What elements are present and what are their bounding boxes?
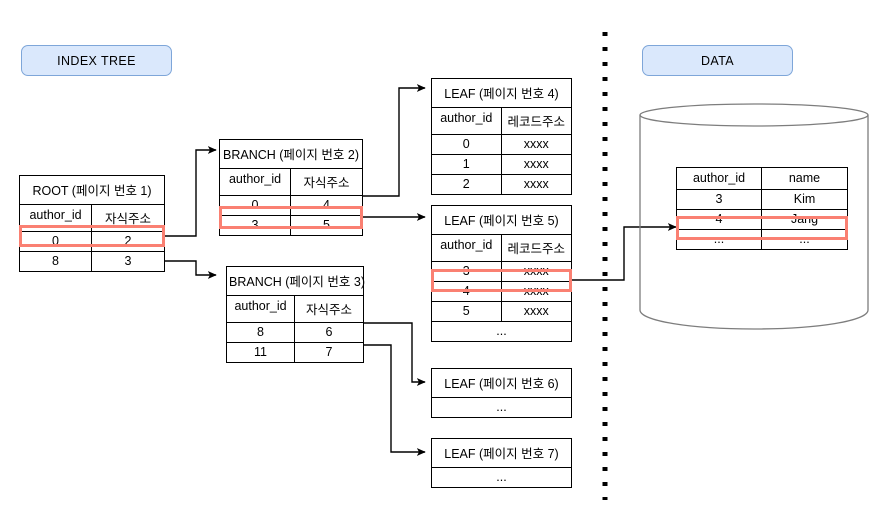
wire-leaf5-to-data: [572, 223, 677, 281]
node-branch3-header-row: author_id 자식주소: [227, 296, 363, 323]
node-leaf4-r1-addr: xxxx: [523, 157, 549, 171]
node-leaf4-header-row: author_id 레코드주소: [432, 108, 571, 135]
node-branch2-title: BRANCH (페이지 번호 2): [220, 140, 362, 169]
data-table-r2-name: ...: [799, 232, 810, 246]
data-table-r1-name: Jang: [790, 212, 819, 226]
data-table-col-author-id: author_id: [677, 168, 762, 189]
node-leaf5[interactable]: LEAF (페이지 번호 5) author_id 레코드주소 3 xxxx 4…: [431, 205, 572, 342]
node-leaf4-r0-author-id: 0: [432, 135, 502, 154]
table-row[interactable]: 3 Kim: [677, 190, 847, 210]
node-branch3-r0-child: 6: [325, 325, 333, 339]
node-branch2-header-row: author_id 자식주소: [220, 169, 362, 196]
wire-branch2-to-leaf4: [363, 84, 426, 197]
node-leaf5-col-addr: 레코드주소: [507, 242, 565, 256]
table-row[interactable]: 0 4: [220, 196, 362, 216]
data-label: DATA: [700, 53, 735, 68]
node-leaf6-title: LEAF (페이지 번호 6): [432, 369, 571, 398]
data-table-r1-author-id: 4: [677, 210, 762, 229]
wire-root-to-branch2: [165, 146, 217, 237]
diagram-canvas: INDEX TREE DATA ROOT (페이지 번호 1) author_i…: [0, 0, 892, 525]
wire-root-to-branch3: [165, 260, 217, 279]
node-branch3-col-child: 자식주소: [305, 303, 352, 317]
node-branch2-col-author-id: author_id: [220, 169, 291, 195]
node-leaf4-r2-addr: xxxx: [523, 177, 549, 191]
table-row[interactable]: 2 xxxx: [432, 175, 571, 194]
node-branch2[interactable]: BRANCH (페이지 번호 2) author_id 자식주소 0 4 3 5: [219, 139, 363, 236]
node-leaf5-r0-author-id: 3: [432, 262, 502, 281]
table-row[interactable]: ... ...: [677, 230, 847, 249]
table-row[interactable]: 0 xxxx: [432, 135, 571, 155]
node-leaf6[interactable]: LEAF (페이지 번호 6) ...: [431, 368, 572, 418]
node-branch3-r1-author-id: 11: [227, 343, 295, 362]
node-leaf4-r2-author-id: 2: [432, 175, 502, 194]
table-row[interactable]: 8 3: [20, 252, 164, 271]
node-leaf5-header-row: author_id 레코드주소: [432, 235, 571, 262]
node-root-col-child: 자식주소: [104, 212, 151, 226]
table-row[interactable]: 5 xxxx: [432, 302, 571, 322]
node-leaf5-title: LEAF (페이지 번호 5): [432, 206, 571, 235]
table-row[interactable]: 4 xxxx: [432, 282, 571, 302]
table-row[interactable]: 8 6: [227, 323, 363, 343]
node-branch2-col-child: 자식주소: [303, 176, 350, 190]
node-branch3-r0-author-id: 8: [227, 323, 295, 342]
node-leaf5-ellipsis-row: ...: [432, 322, 571, 341]
node-leaf6-ellipsis: ...: [496, 400, 507, 414]
node-root-r0-child: 2: [124, 234, 132, 248]
node-leaf7-title: LEAF (페이지 번호 7): [432, 439, 571, 468]
data-table[interactable]: author_id name 3 Kim 4 Jang ... ...: [676, 167, 848, 250]
node-leaf4-r1-author-id: 1: [432, 155, 502, 174]
index-tree-badge: INDEX TREE: [21, 45, 172, 76]
data-table-header-row: author_id name: [677, 168, 847, 190]
node-branch2-r0-child: 4: [323, 198, 330, 212]
node-branch3-r1-child: 7: [325, 345, 333, 359]
table-row[interactable]: 0 2: [20, 232, 164, 252]
node-leaf4-col-addr: 레코드주소: [507, 115, 565, 129]
table-row[interactable]: 1 xxxx: [432, 155, 571, 175]
node-leaf7-ellipsis: ...: [496, 470, 507, 484]
node-leaf4-r0-addr: xxxx: [523, 137, 549, 151]
data-table-r0-author-id: 3: [677, 190, 762, 209]
node-leaf5-ellipsis: ...: [496, 324, 507, 338]
node-branch2-r1-child: 5: [323, 218, 330, 232]
data-table-r0-name: Kim: [793, 192, 816, 206]
node-leaf5-col-author-id: author_id: [432, 235, 502, 261]
node-leaf5-r2-author-id: 5: [432, 302, 502, 321]
node-root-r0-author-id: 0: [20, 232, 92, 251]
node-leaf7-ellipsis-row: ...: [432, 468, 571, 487]
node-leaf4-title: LEAF (페이지 번호 4): [432, 79, 571, 108]
node-leaf5-r0-addr: xxxx: [523, 264, 549, 278]
node-branch3[interactable]: BRANCH (페이지 번호 3) author_id 자식주소 8 6 11 …: [226, 266, 365, 363]
data-table-col-name: name: [788, 171, 821, 185]
node-leaf7[interactable]: LEAF (페이지 번호 7) ...: [431, 438, 572, 488]
node-leaf6-ellipsis-row: ...: [432, 398, 571, 417]
node-root-r1-author-id: 8: [20, 252, 92, 271]
node-leaf5-r1-addr: xxxx: [523, 284, 549, 298]
table-row[interactable]: 4 Jang: [677, 210, 847, 230]
data-badge: DATA: [642, 45, 793, 76]
node-branch2-r0-author-id: 0: [220, 196, 291, 215]
table-row[interactable]: 3 5: [220, 216, 362, 235]
table-row[interactable]: 11 7: [227, 343, 363, 362]
node-root-col-author-id: author_id: [20, 205, 92, 231]
node-root-r1-child: 3: [124, 254, 132, 268]
table-row[interactable]: 3 xxxx: [432, 262, 571, 282]
wire-branch3-to-leaf7: [363, 344, 426, 456]
node-root-header-row: author_id 자식주소: [20, 205, 164, 232]
node-root-title: ROOT (페이지 번호 1): [20, 176, 164, 205]
node-root[interactable]: ROOT (페이지 번호 1) author_id 자식주소 0 2 8 3: [19, 175, 165, 272]
node-leaf4-col-author-id: author_id: [432, 108, 502, 134]
wire-branch3-to-leaf6: [363, 322, 426, 386]
node-branch3-col-author-id: author_id: [227, 296, 295, 322]
node-leaf5-r2-addr: xxxx: [523, 304, 549, 318]
data-table-r2-author-id: ...: [677, 230, 762, 249]
node-branch3-title: BRANCH (페이지 번호 3): [227, 267, 365, 296]
node-branch2-r1-author-id: 3: [220, 216, 291, 235]
node-leaf4[interactable]: LEAF (페이지 번호 4) author_id 레코드주소 0 xxxx 1…: [431, 78, 572, 195]
index-tree-label: INDEX TREE: [57, 53, 136, 68]
node-leaf5-r1-author-id: 4: [432, 282, 502, 301]
